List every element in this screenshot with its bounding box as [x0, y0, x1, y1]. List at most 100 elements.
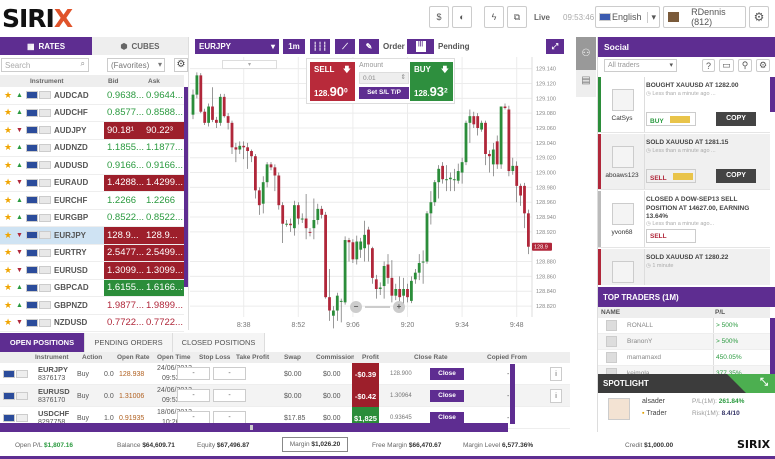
positions-h-scrollbar[interactable] — [0, 423, 508, 432]
ask-price[interactable]: 0.8522... — [143, 210, 183, 227]
popout-icon[interactable]: ⧉ — [507, 6, 527, 28]
col-ask[interactable]: Ask — [148, 78, 160, 85]
positions-v-scrollbar[interactable] — [510, 364, 515, 424]
chart-dropdown-toggle[interactable]: ▾ — [222, 60, 277, 69]
zoom-out-button[interactable]: − — [350, 301, 362, 313]
chat-icon[interactable]: ▭ — [719, 59, 734, 72]
bid-price[interactable]: 2.5477... — [104, 245, 144, 262]
bid-price[interactable]: 1.3099... — [104, 262, 144, 279]
trader-avatar[interactable] — [612, 261, 634, 283]
currency-icon[interactable]: $ — [429, 6, 449, 28]
bid-price[interactable]: 1.2266 — [104, 192, 143, 209]
tab-cubes[interactable]: ⬢ CUBES — [92, 37, 188, 55]
favorite-star-icon[interactable]: ★ — [4, 195, 16, 206]
stepper-icon[interactable]: ⇕ — [401, 73, 406, 81]
ask-price[interactable]: 128.9... — [143, 227, 182, 244]
trader-avatar[interactable] — [612, 146, 634, 168]
ask-price[interactable]: 0.7722... — [143, 315, 183, 332]
bid-price[interactable]: 1.4288... — [104, 175, 144, 192]
ask-price[interactable]: 0.8588... — [143, 105, 183, 122]
zoom-in-button[interactable]: + — [393, 301, 405, 313]
trader-name[interactable]: aboaws123 — [600, 172, 644, 179]
bid-price[interactable]: 0.7722... — [104, 315, 144, 332]
rate-row[interactable]: ★ ▼ AUDJPY 90.18¹ 90.22³ — [0, 122, 184, 140]
top-traders-scrollbar[interactable] — [770, 318, 775, 376]
copy-button[interactable]: COPY — [716, 112, 756, 126]
bid-price[interactable]: 0.9638... — [104, 87, 144, 104]
rate-row[interactable]: ★ ▲ AUDCAD 0.9638... 0.9644... — [0, 87, 184, 105]
set-sl-tp-button[interactable]: Set S/L T/P — [359, 87, 409, 99]
tab-closed-positions[interactable]: CLOSED POSITIONS — [173, 333, 265, 352]
bid-price[interactable]: 128.9... — [104, 227, 143, 244]
ask-price[interactable]: 1.6166... — [143, 280, 183, 297]
ask-price[interactable]: 2.5499... — [143, 245, 183, 262]
position-row[interactable]: EURJPY 8376173 Buy 0.0 128.938 24/06/201… — [0, 363, 570, 385]
col-bid[interactable]: Bid — [108, 78, 118, 85]
take-profit-input[interactable]: - — [213, 367, 246, 380]
rate-row[interactable]: ★ ▼ EURTRY 2.5477... 2.5499... — [0, 244, 184, 262]
lightning-icon[interactable]: ϟ — [484, 6, 504, 28]
social-people-icon[interactable]: ⚇ — [576, 37, 596, 70]
rate-row[interactable]: ★ ▲ GBPCAD 1.6155... 1.6166... — [0, 279, 184, 297]
bid-price[interactable]: 0.8577... — [104, 105, 144, 122]
tab-rates[interactable]: ▦ RATES — [0, 37, 92, 55]
favorite-star-icon[interactable]: ★ — [4, 212, 16, 223]
timeframe-button[interactable]: 1m — [283, 39, 305, 54]
top-trader-row[interactable]: BranonY > 500% — [598, 334, 770, 350]
rate-row[interactable]: ★ ▼ NZDUSD 0.7722... 0.7722... — [0, 315, 184, 332]
rate-row[interactable]: ★ ▲ GBPNZD 1.9877... 1.9899... — [0, 297, 184, 315]
sell-button[interactable]: SELL 🡇 128.900 — [310, 62, 355, 101]
scroll-thumb[interactable] — [250, 425, 253, 430]
favorite-star-icon[interactable]: ★ — [4, 142, 16, 153]
amount-input[interactable]: 0.01 ⇕ — [359, 72, 409, 84]
bid-price[interactable]: 90.18¹ — [104, 122, 143, 139]
bid-price[interactable]: 1.6155... — [104, 280, 144, 297]
take-profit-input[interactable]: - — [213, 389, 246, 402]
rate-row[interactable]: ★ ▲ EURCHF 1.2266 1.2266 — [0, 192, 184, 210]
rate-row[interactable]: ★ ▼ EURUSD 1.3099... 1.3099... — [0, 262, 184, 280]
news-icon[interactable]: ▤ — [576, 75, 596, 91]
trader-avatar[interactable] — [612, 203, 634, 225]
ask-price[interactable]: 0.9644... — [143, 87, 183, 104]
margin[interactable]: Margin $1,026.20 — [282, 437, 348, 452]
spotlight-name[interactable]: alsader — [642, 398, 665, 405]
profile-icon[interactable]: ⚲ — [738, 59, 752, 72]
chart-type-icon[interactable]: ⟋ — [335, 39, 355, 54]
rate-row[interactable]: ★ ▼ EURJPY 128.9... 128.9... — [0, 227, 184, 245]
favorite-star-icon[interactable]: ★ — [4, 107, 16, 118]
favorite-star-icon[interactable]: ★ — [4, 90, 16, 101]
feed-scrollbar[interactable] — [770, 77, 775, 112]
indicators-icon[interactable]: ┆┆┆ — [310, 39, 330, 54]
rate-row[interactable]: ★ ▲ AUDCHF 0.8577... 0.8588... — [0, 105, 184, 122]
col-instrument[interactable]: Instrument — [30, 78, 64, 85]
ask-price[interactable]: 0.9166... — [143, 157, 183, 174]
order-pending-toggle[interactable]: ||| — [407, 39, 434, 54]
ask-price[interactable]: 1.2266 — [143, 192, 182, 209]
bid-price[interactable]: 0.8522... — [104, 210, 144, 227]
info-icon[interactable]: i — [550, 389, 562, 403]
favorite-star-icon[interactable]: ★ — [4, 160, 16, 171]
zoom-slider[interactable] — [365, 306, 390, 308]
collapse-icon[interactable]: ⤡ — [760, 377, 768, 388]
favorite-star-icon[interactable]: ★ — [4, 247, 16, 258]
ask-price[interactable]: 90.22³ — [143, 122, 182, 139]
settings-gear-icon[interactable]: ⚙ — [749, 6, 769, 28]
traders-filter-select[interactable]: All traders ▾ — [604, 59, 677, 72]
stop-loss-input[interactable]: - — [177, 367, 210, 380]
rate-row[interactable]: ★ ▼ EURAUD 1.4288... 1.4299... — [0, 174, 184, 192]
ask-price[interactable]: 1.4299... — [143, 175, 183, 192]
favorite-star-icon[interactable]: ★ — [4, 265, 16, 276]
favorite-star-icon[interactable]: ★ — [4, 317, 16, 328]
bid-price[interactable]: 1.9877... — [104, 297, 144, 314]
favorite-star-icon[interactable]: ★ — [4, 282, 16, 293]
rate-row[interactable]: ★ ▲ EURGBP 0.8522... 0.8522... — [0, 210, 184, 227]
buy-button[interactable]: BUY 🡇 128.932 — [410, 62, 453, 101]
symbol-select[interactable]: EURJPY ▾ — [195, 39, 279, 54]
bid-price[interactable]: 0.9166... — [104, 157, 144, 174]
close-position-button[interactable]: Close — [430, 368, 464, 380]
info-icon[interactable]: i — [550, 367, 562, 381]
position-row[interactable]: EURUSD 8376170 Buy 0.0 1.31006 24/06/201… — [0, 385, 570, 407]
tab-pending-orders[interactable]: PENDING ORDERS — [85, 333, 173, 352]
bid-price[interactable]: 1.1855... — [104, 140, 144, 157]
rates-settings-icon[interactable]: ⚙ — [174, 58, 188, 72]
